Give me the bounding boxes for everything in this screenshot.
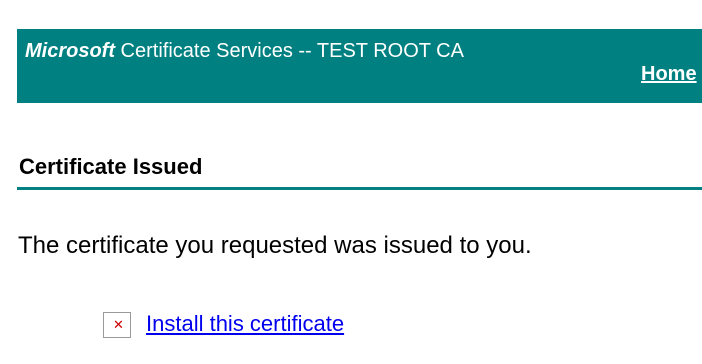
- home-link[interactable]: Home: [641, 63, 697, 86]
- header-title-text: Certificate Services -- TEST ROOT CA: [115, 40, 464, 62]
- red-x-icon: ✕: [113, 318, 124, 333]
- brand-name: Microsoft: [25, 40, 115, 62]
- status-message: The certificate you requested was issued…: [18, 232, 532, 259]
- title-divider: [17, 187, 702, 190]
- install-certificate-link[interactable]: Install this certificate: [146, 311, 344, 337]
- header-title: Microsoft Certificate Services -- TEST R…: [25, 39, 585, 63]
- header-bar: Microsoft Certificate Services -- TEST R…: [17, 29, 702, 103]
- broken-image-icon[interactable]: ✕: [103, 312, 131, 338]
- page-title: Certificate Issued: [19, 154, 203, 179]
